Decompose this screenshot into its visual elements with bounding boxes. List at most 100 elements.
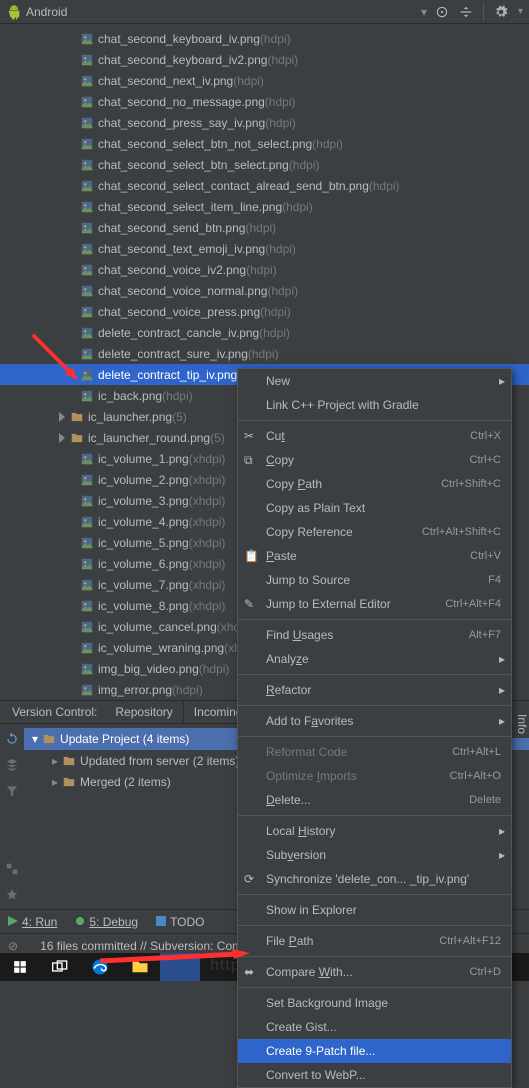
file-suffix: (xhdpi) — [189, 473, 226, 487]
menu-shortcut: Ctrl+Alt+L — [452, 746, 501, 758]
target-icon[interactable] — [435, 5, 449, 19]
collapse2-icon[interactable] — [5, 836, 19, 850]
menu-item[interactable]: Find UsagesAlt+F7 — [238, 623, 511, 647]
vc-tab-repository[interactable]: Repository — [105, 701, 183, 723]
file-name: chat_second_press_say_iv.png — [98, 116, 265, 130]
file-name: chat_second_voice_press.png — [98, 305, 260, 319]
filter-icon[interactable] — [5, 784, 19, 798]
menu-item[interactable]: Create 9-Patch file... — [238, 1039, 511, 1063]
file-row[interactable]: chat_second_voice_iv2.png (hdpi) — [0, 259, 529, 280]
file-row[interactable]: chat_second_select_contact_alread_send_b… — [0, 175, 529, 196]
menu-item[interactable]: Copy PathCtrl+Shift+C — [238, 472, 511, 496]
file-row[interactable]: chat_second_select_btn_not_select.png (h… — [0, 133, 529, 154]
menu-item[interactable]: Analyze▸ — [238, 647, 511, 671]
file-row[interactable]: chat_second_send_btn.png (hdpi) — [0, 217, 529, 238]
file-row[interactable]: chat_second_voice_normal.png (hdpi) — [0, 280, 529, 301]
file-name: ic_volume_8.png — [98, 599, 189, 613]
file-suffix: (xhdpi) — [189, 536, 226, 550]
menu-shortcut: Ctrl+Alt+Shift+C — [422, 526, 501, 538]
file-suffix: (hdpi) — [245, 221, 276, 235]
menu-label: Delete... — [266, 793, 469, 807]
explorer-button[interactable] — [120, 953, 160, 981]
file-suffix: (xhdpi) — [189, 599, 226, 613]
file-row[interactable]: chat_second_text_emoji_iv.png (hdpi) — [0, 238, 529, 259]
file-suffix: (hdpi) — [259, 326, 290, 340]
menu-item[interactable]: ⧉CopyCtrl+C — [238, 448, 511, 472]
file-row[interactable]: delete_contract_cancle_iv.png (hdpi) — [0, 322, 529, 343]
group-icon[interactable] — [5, 862, 19, 876]
file-name: chat_second_next_iv.png — [98, 74, 233, 88]
file-row[interactable]: chat_second_select_item_line.png (hdpi) — [0, 196, 529, 217]
dropdown-arrow-icon[interactable]: ▾ — [421, 5, 427, 19]
menu-item[interactable]: Copy as Plain Text — [238, 496, 511, 520]
taskview-button[interactable] — [40, 953, 80, 981]
menu-label: Paste — [266, 549, 470, 563]
expand-icon[interactable] — [5, 810, 19, 824]
file-row[interactable]: chat_second_press_say_iv.png (hdpi) — [0, 112, 529, 133]
menu-shortcut: Ctrl+Shift+C — [441, 478, 501, 490]
file-row[interactable]: chat_second_keyboard_iv.png (hdpi) — [0, 28, 529, 49]
menu-item[interactable]: File PathCtrl+Alt+F12 — [238, 929, 511, 953]
layers-icon[interactable] — [5, 758, 19, 772]
file-suffix: (hdpi) — [162, 389, 193, 403]
menu-item[interactable]: Show in Explorer — [238, 898, 511, 922]
menu-item[interactable]: ✎Jump to External EditorCtrl+Alt+F4 — [238, 592, 511, 616]
menu-item[interactable]: Subversion▸ — [238, 843, 511, 867]
menu-item[interactable]: Convert to WebP... — [238, 1063, 511, 1087]
info-side-tab[interactable]: Info — [511, 710, 529, 738]
menu-label: Set Background Image — [266, 996, 501, 1010]
file-row[interactable]: chat_second_select_btn_select.png (hdpi) — [0, 154, 529, 175]
file-suffix: (hdpi) — [265, 116, 296, 130]
app-button[interactable] — [160, 953, 200, 981]
menu-label: Jump to Source — [266, 573, 488, 587]
pin-icon[interactable] — [5, 888, 19, 902]
file-row[interactable]: chat_second_voice_press.png (hdpi) — [0, 301, 529, 322]
menu-item[interactable]: ⬌Compare With...Ctrl+D — [238, 960, 511, 984]
vc-row-label: Updated from server (2 items) — [80, 754, 239, 768]
menu-item[interactable]: Create Gist... — [238, 1015, 511, 1039]
file-name: ic_launcher.png — [88, 410, 172, 424]
file-row[interactable]: delete_contract_sure_iv.png (hdpi) — [0, 343, 529, 364]
menu-item[interactable]: Delete...Delete — [238, 788, 511, 812]
menu-label: Copy — [266, 453, 470, 467]
menu-label: Subversion — [266, 848, 501, 862]
todo-tab[interactable]: TODO — [156, 915, 204, 929]
menu-item[interactable]: Local History▸ — [238, 819, 511, 843]
vc-header-label: Update Project (4 items) — [60, 732, 189, 746]
run-tab[interactable]: 4: Run — [8, 915, 57, 929]
file-suffix: (hdpi) — [260, 32, 291, 46]
menu-item[interactable]: New▸ — [238, 369, 511, 393]
vc-row-label: Merged (2 items) — [80, 775, 171, 789]
menu-shortcut: F4 — [488, 574, 501, 586]
file-name: img_big_video.png — [98, 662, 199, 676]
menu-item[interactable]: Refactor▸ — [238, 678, 511, 702]
refresh-icon[interactable] — [5, 732, 19, 746]
gear-icon[interactable] — [494, 5, 508, 19]
menu-item[interactable]: Add to Favorites▸ — [238, 709, 511, 733]
file-row[interactable]: chat_second_keyboard_iv2.png (hdpi) — [0, 49, 529, 70]
menu-shortcut: Ctrl+D — [470, 966, 501, 978]
menu-item[interactable]: Jump to SourceF4 — [238, 568, 511, 592]
submenu-arrow-icon: ▸ — [499, 652, 505, 666]
start-button[interactable] — [0, 953, 40, 981]
file-row[interactable]: chat_second_next_iv.png (hdpi) — [0, 70, 529, 91]
debug-tab[interactable]: 5: Debug — [75, 915, 138, 929]
menu-item[interactable]: Link C++ Project with Gradle — [238, 393, 511, 417]
menu-item[interactable]: Set Background Image — [238, 991, 511, 1015]
file-name: delete_contract_cancle_iv.png — [98, 326, 259, 340]
folder-icon — [42, 732, 56, 746]
menu-label: New — [266, 374, 501, 388]
menu-item[interactable]: 📋PasteCtrl+V — [238, 544, 511, 568]
file-row[interactable]: chat_second_no_message.png (hdpi) — [0, 91, 529, 112]
menu-item[interactable]: Copy ReferenceCtrl+Alt+Shift+C — [238, 520, 511, 544]
file-suffix: (hdpi) — [369, 179, 400, 193]
diff-icon: ⬌ — [244, 965, 258, 979]
collapse-icon[interactable] — [459, 5, 473, 19]
edge-button[interactable] — [80, 953, 120, 981]
menu-item[interactable]: ⟳Synchronize 'delete_con... _tip_iv.png' — [238, 867, 511, 891]
menu-shortcut: Ctrl+C — [470, 454, 501, 466]
menu-shortcut: Ctrl+V — [470, 550, 501, 562]
file-name: ic_launcher_round.png — [88, 431, 210, 445]
menu-item[interactable]: ✂CutCtrl+X — [238, 424, 511, 448]
file-suffix: (hdpi) — [265, 95, 296, 109]
